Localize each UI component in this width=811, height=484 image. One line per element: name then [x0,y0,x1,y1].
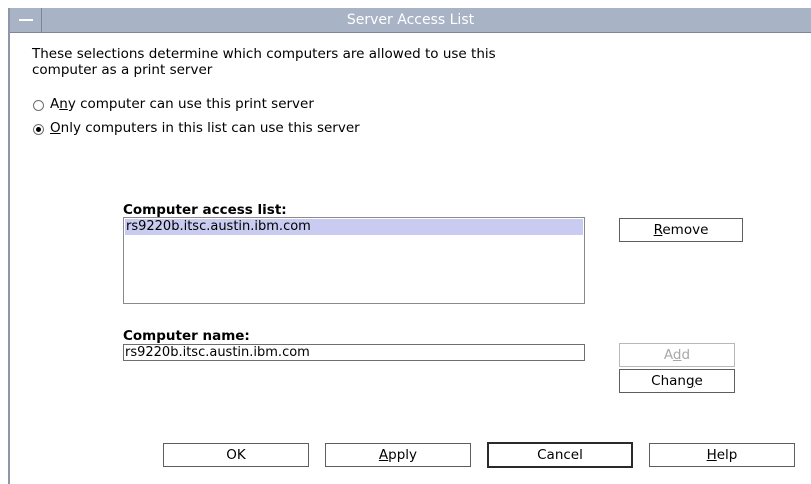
label-post: nly computers in this list can use this … [60,120,360,136]
button-label: elp [716,447,738,463]
label-post: y computer can use this print server [67,96,314,112]
help-button[interactable]: Help [649,443,795,467]
window-menu-icon [19,19,33,21]
list-item[interactable]: rs9220b.itsc.austin.ibm.com [125,219,583,235]
window-menu-button[interactable] [10,8,42,32]
computer-access-listbox[interactable]: rs9220b.itsc.austin.ibm.com [123,217,585,304]
cancel-button[interactable]: Cancel [487,442,633,468]
server-access-list-dialog: Server Access List These selections dete… [0,0,811,484]
radio-any-computer[interactable] [33,100,44,111]
radio-selected-dot [36,127,41,132]
window-title: Server Access List [346,12,475,28]
computer-name-value: rs9220b.itsc.austin.ibm.com [125,345,310,360]
apply-button[interactable]: Apply [325,443,471,467]
description-line-2: computer as a print server [32,62,213,78]
change-button[interactable]: Change [619,369,735,393]
button-mnemonic: d [672,347,682,363]
add-button[interactable]: Add [619,343,735,367]
computer-name-label: Computer name: [123,328,250,344]
button-label-post: e [694,373,703,389]
button-mnemonic: g [685,373,695,389]
button-label-post: d [681,347,691,363]
description-line-1: These selections determine which compute… [32,46,496,62]
button-mnemonic: H [706,447,717,463]
button-label: emove [662,222,709,238]
radio-any-computer-label[interactable]: Any computer can use this print server [50,96,314,112]
access-list-label: Computer access list: [123,202,287,218]
button-label: pply [388,447,418,463]
label-pre: A [50,96,60,112]
radio-only-list[interactable] [33,124,44,135]
title-bar[interactable]: Server Access List [10,8,811,33]
remove-button[interactable]: Remove [619,218,743,242]
button-label-pre: Chan [651,373,686,389]
button-mnemonic: A [378,447,389,463]
label-mnemonic: n [59,96,68,112]
label-mnemonic: O [50,120,61,136]
window-left-border [8,8,10,484]
button-label-pre: A [663,347,673,363]
ok-button[interactable]: OK [163,443,309,467]
list-item-text: rs9220b.itsc.austin.ibm.com [126,219,311,234]
radio-only-list-label[interactable]: Only computers in this list can use this… [50,120,360,136]
computer-name-field[interactable]: rs9220b.itsc.austin.ibm.com [123,344,585,361]
